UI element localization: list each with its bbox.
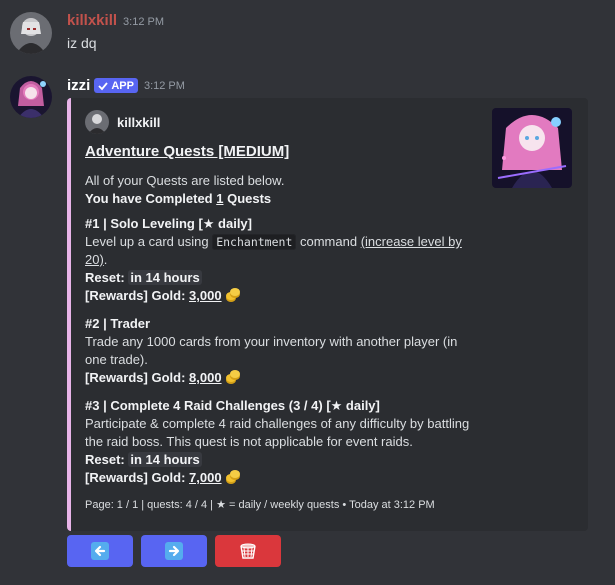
message-text: iz dq [67,35,97,51]
next-page-button[interactable] [141,535,207,567]
embed-footer: Page: 1 / 1 | quests: 4 / 4 | ★ = daily … [85,499,435,511]
quest-rewards: [Rewards] Gold: 3,000 [85,287,480,308]
arrow-left-icon [91,542,109,560]
quest-2: #2 | Trader Trade any 1000 cards from yo… [85,315,480,390]
quest-embed: killxkill Adventure Quests [MEDIUM] All … [67,98,588,531]
quest-header: #3 | Complete 4 Raid Challenges (3 / 4) … [85,398,380,413]
quest-description: Level up a card using Enchantment comman… [85,234,462,267]
quest-3: #3 | Complete 4 Raid Challenges (3 / 4) … [85,397,480,490]
quest-rewards: [Rewards] Gold: 7,000 [85,469,480,490]
bot-avatar[interactable] [10,76,52,118]
app-badge: APP [94,78,138,93]
author-name[interactable]: killxkill [67,12,117,29]
author-name[interactable]: izzi [67,77,90,94]
quest-reset: Reset: in 14 hours [85,452,202,467]
timestamp: 3:12 PM [123,16,165,28]
timestamp: 3:12 PM [143,79,185,92]
wastebasket-icon [240,543,256,559]
quest-description: Participate & complete 4 raid challenges… [85,416,470,449]
quest-rewards: [Rewards] Gold: 8,000 [85,369,480,390]
gold-coins-icon [225,469,241,490]
embed-body: All of your Quests are listed below. You… [85,172,480,490]
embed-author: killxkill [85,110,160,134]
previous-page-button[interactable] [67,535,133,567]
quest-header: #1 | Solo Leveling [★ daily] [85,216,252,231]
gold-coins-icon [225,369,241,390]
intro-line: All of your Quests are listed below. [85,173,285,188]
quest-header: #2 | Trader [85,316,151,331]
arrow-right-icon [165,542,183,560]
verified-check-icon [98,81,109,90]
user-avatar[interactable] [10,12,52,54]
quest-description: Trade any 1000 cards from your inventory… [85,334,458,367]
quest-reset: Reset: in 14 hours [85,270,202,285]
embed-author-avatar [85,110,109,134]
completed-line: You have Completed 1 Quests [85,191,272,206]
quest-1: #1 | Solo Leveling [★ daily] Level up a … [85,215,480,308]
gold-coins-icon [225,287,241,308]
embed-thumbnail[interactable] [492,108,572,188]
command-code: Enchantment [212,234,297,250]
delete-button[interactable] [215,535,281,567]
embed-title[interactable]: Adventure Quests [MEDIUM] [85,143,289,160]
embed-author-name[interactable]: killxkill [117,115,160,130]
